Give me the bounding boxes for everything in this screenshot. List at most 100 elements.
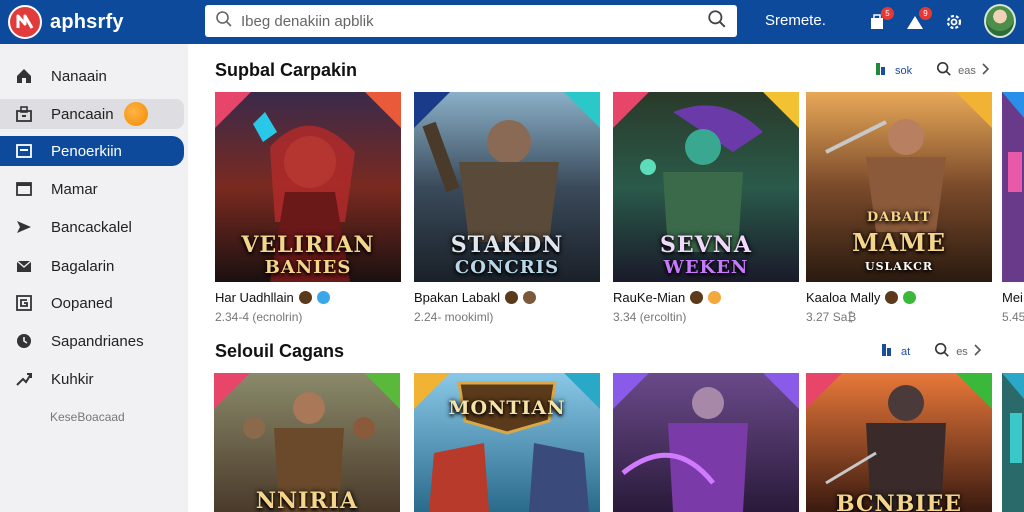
sidebar-item-mail[interactable]: Bagalarin — [0, 251, 184, 281]
promo-dot-icon — [123, 102, 148, 126]
cover-title: STAKDN — [450, 232, 564, 258]
game-name[interactable]: Bpakan Labakl — [414, 290, 537, 305]
cover-subtitle: CONCRIS — [454, 257, 560, 278]
game-card[interactable] — [613, 373, 799, 512]
cart-badge: 5 — [881, 7, 894, 20]
game-name-label: Har Uadhllain — [215, 290, 294, 305]
search-icon[interactable] — [936, 61, 952, 80]
header-link[interactable]: Sremete. — [765, 12, 826, 29]
home-icon — [14, 66, 34, 86]
game-name[interactable]: Kaaloa Mally — [806, 290, 917, 305]
game-name[interactable]: RauKe-Mian — [613, 290, 722, 305]
search-icon — [215, 10, 233, 33]
sidebar-item-label: Penoerkiin — [51, 142, 122, 160]
section-tools: sok eas — [875, 61, 990, 80]
sidebar-item-label: Oopaned — [51, 294, 113, 312]
game-card[interactable]: BCNBIEE — [806, 373, 992, 512]
store-icon — [14, 104, 34, 124]
game-meta: 3.34 (ercoltin) — [613, 310, 687, 324]
coin-icon — [885, 291, 899, 304]
cover-subtitle: MAME — [851, 228, 947, 257]
app-logo[interactable]: aphsrfy — [0, 5, 190, 39]
sidebar-item-send[interactable]: Bancackalel — [0, 212, 184, 242]
game-cover-art — [414, 373, 600, 512]
cover-title: DABAIT — [866, 210, 932, 225]
game-card[interactable]: VELIRIAN BANIES — [215, 92, 401, 282]
chevron-right-icon[interactable] — [982, 63, 990, 78]
sidebar-item-trending[interactable]: Kuhkir — [0, 364, 184, 394]
cover-title: MONTIAN — [448, 397, 566, 419]
game-name-label: RauKe-Mian — [613, 290, 686, 305]
cover-title: VELIRIAN — [241, 232, 375, 258]
send-icon — [14, 217, 34, 237]
game-name[interactable]: Har Uadhllain — [215, 290, 330, 305]
section-tools: at es — [881, 342, 982, 361]
sidebar: Nanaain Pancaain Penoerkiin Mamar Bancac… — [0, 44, 188, 512]
sidebar-item-label: Mamar — [51, 180, 98, 198]
top-bar: aphsrfy Sremete. 5 9 — [0, 0, 1024, 44]
settings-icon[interactable] — [941, 9, 967, 35]
sidebar-item-label: Bagalarin — [51, 257, 115, 275]
game-meta: 2.24- mookiml) — [414, 310, 494, 324]
sidebar-item-window[interactable]: Mamar — [0, 174, 184, 204]
sidebar-item-label: Bancackalel — [51, 218, 132, 236]
game-name-label: Kaaloa Mally — [806, 290, 881, 305]
sidebar-item-library[interactable]: Penoerkiin — [0, 136, 184, 166]
chevron-right-icon[interactable] — [974, 344, 982, 359]
cover-title: SEVNA — [660, 232, 752, 258]
sidebar-item-label: Kuhkir — [51, 370, 94, 388]
gem-icon — [523, 291, 537, 304]
gem-icon — [316, 291, 330, 304]
notification-icon[interactable]: 9 — [902, 7, 932, 35]
logo-icon — [8, 5, 42, 39]
sidebar-item-store[interactable]: Pancaain — [0, 99, 184, 129]
clock-icon — [14, 331, 34, 351]
game-meta: 3.27 Sa₿ — [806, 310, 857, 324]
sidebar-item-home[interactable]: Nanaain — [0, 61, 184, 91]
cover-subtitle: BANIES — [264, 257, 352, 278]
filter-icon[interactable] — [881, 342, 895, 361]
notification-badge: 9 — [919, 7, 932, 20]
cart-icon[interactable]: 5 — [864, 7, 894, 35]
game-cover-art — [613, 373, 799, 512]
window-icon — [14, 179, 34, 199]
section-tool-label[interactable]: sok — [895, 65, 912, 77]
game-name-label: Bpakan Labakl — [414, 290, 501, 305]
game-card[interactable] — [1002, 92, 1024, 282]
game-card[interactable] — [1002, 373, 1024, 512]
game-card[interactable]: NNIRIA — [214, 373, 400, 512]
see-all-label[interactable]: eas — [958, 65, 976, 77]
gem-icon — [708, 291, 722, 304]
search-input[interactable] — [241, 12, 707, 30]
game-meta: 2.34-4 (ecnolrin) — [215, 310, 303, 324]
coin-icon — [298, 291, 312, 304]
sidebar-item-opened[interactable]: Oopaned — [0, 288, 184, 318]
cover-subtitle: BCNBIEE — [835, 491, 963, 512]
game-cover-art — [1002, 92, 1024, 282]
search-submit-icon[interactable] — [707, 9, 727, 34]
mail-icon — [14, 256, 34, 276]
g-icon — [14, 293, 34, 313]
see-all-label[interactable]: es — [956, 346, 968, 358]
user-avatar[interactable] — [984, 4, 1016, 38]
game-card[interactable]: SEVNA WEKEN — [613, 92, 799, 282]
filter-icon[interactable] — [875, 61, 889, 80]
search-bar[interactable] — [205, 5, 737, 37]
section-tool-label[interactable]: at — [901, 346, 910, 358]
game-card[interactable]: DABAIT MAME USLAKCR — [806, 92, 992, 282]
sidebar-item-label: Sapandrianes — [51, 332, 144, 350]
section-title: Selouil Cagans — [215, 341, 345, 361]
cover-tagline: USLAKCR — [865, 260, 933, 273]
game-meta: 5.45 — [1002, 310, 1024, 324]
game-name[interactable]: Mei — [1002, 290, 1024, 305]
gem-icon — [903, 291, 917, 304]
sidebar-footer-text[interactable]: KeseBoacaad — [50, 410, 125, 424]
game-card[interactable]: MONTIAN — [414, 373, 600, 512]
sidebar-item-label: Nanaain — [51, 67, 107, 85]
sidebar-item-history[interactable]: Sapandrianes — [0, 326, 184, 356]
game-cover-art — [1002, 373, 1024, 512]
game-card[interactable]: STAKDN CONCRIS — [414, 92, 600, 282]
cover-subtitle: NNIRIA — [255, 488, 359, 512]
search-icon[interactable] — [934, 342, 950, 361]
sidebar-item-label: Pancaain — [51, 105, 114, 123]
